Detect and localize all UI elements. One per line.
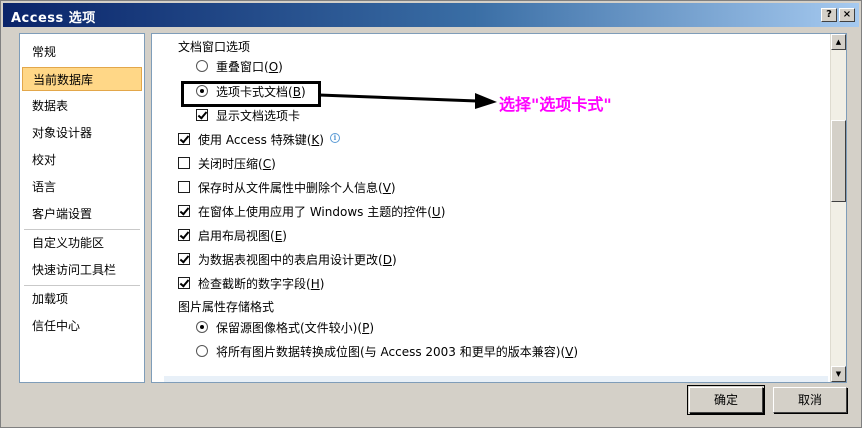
access-key: C (262, 157, 272, 171)
windows-themed-controls-label: 在窗体上使用应用了 Windows 主题的控件 (198, 205, 428, 219)
help-button[interactable]: ? (821, 8, 837, 22)
window-title: Access 选项 (11, 11, 96, 26)
sidebar-item-trust-center[interactable]: 信任中心 (22, 314, 142, 338)
sidebar-item-general[interactable]: 常规 (22, 40, 142, 64)
display-document-tabs-label: 显示文档选项卡 (216, 109, 301, 123)
checkbox-checked-icon[interactable] (178, 253, 190, 265)
access-key: E (274, 229, 283, 243)
access-options-dialog: Access 选项 ? × 常规 当前数据库 数据表 对象设计器 校对 语言 客… (0, 0, 862, 428)
title-bar[interactable]: Access 选项 ? × (3, 3, 859, 27)
sidebar-item-language[interactable]: 语言 (22, 175, 142, 199)
check-truncated-fields-label: 检查截断的数字字段 (198, 277, 307, 291)
checkbox-icon[interactable] (178, 181, 190, 193)
compact-on-close-label: 关闭时压缩 (198, 157, 259, 171)
sidebar-item-object-designers[interactable]: 对象设计器 (22, 121, 142, 145)
options-sidebar: 常规 当前数据库 数据表 对象设计器 校对 语言 客户端设置 自定义功能区 快速… (19, 33, 145, 383)
close-button[interactable]: × (839, 8, 855, 22)
info-icon[interactable]: i (330, 133, 340, 143)
sidebar-item-datasheet[interactable]: 数据表 (22, 94, 142, 118)
sidebar-item-add-ins[interactable]: 加载项 (22, 287, 142, 311)
radio-icon[interactable] (196, 345, 208, 357)
access-key: D (382, 253, 392, 267)
enable-design-changes-label: 为数据表视图中的表启用设计更改 (198, 253, 379, 267)
scroll-up-button[interactable]: ▲ (831, 34, 846, 50)
cancel-button[interactable]: 取消 (773, 387, 847, 413)
sidebar-divider (24, 229, 140, 230)
doc-window-options-heading: 文档窗口选项 (178, 40, 251, 54)
overlap-windows-label: 重叠窗口 (216, 60, 265, 74)
convert-to-bitmap-label: 将所有图片数据转换成位图(与 Access 2003 和更早的版本兼容) (216, 345, 561, 359)
ok-button[interactable]: 确定 (687, 385, 765, 415)
access-key: V (382, 181, 391, 195)
checkbox-checked-icon[interactable] (178, 205, 190, 217)
scroll-down-button[interactable]: ▼ (831, 366, 846, 382)
annotation-text: 选择"选项卡式" (499, 95, 612, 114)
sidebar-item-current-database[interactable]: 当前数据库 (22, 67, 142, 91)
access-key: O (268, 60, 279, 74)
radio-selected-icon[interactable] (196, 321, 208, 333)
sidebar-item-client-settings[interactable]: 客户端设置 (22, 202, 142, 226)
preserve-source-format-label: 保留源图像格式(文件较小) (216, 321, 358, 335)
remove-personal-info-label: 保存时从文件属性中删除个人信息 (198, 181, 379, 195)
access-key: K (311, 133, 320, 147)
access-key: H (310, 277, 320, 291)
checkbox-checked-icon[interactable] (178, 229, 190, 241)
sidebar-item-proofing[interactable]: 校对 (22, 148, 142, 172)
next-section-edge (164, 376, 828, 382)
annotation-highlight-box (181, 81, 321, 107)
access-key: U (431, 205, 441, 219)
checkbox-checked-icon[interactable] (196, 109, 208, 121)
checkbox-checked-icon[interactable] (178, 133, 190, 145)
vertical-scrollbar[interactable]: ▲ ▼ (830, 34, 846, 382)
checkbox-icon[interactable] (178, 157, 190, 169)
sidebar-divider (24, 285, 140, 286)
scrollbar-thumb[interactable] (831, 120, 846, 202)
annotation-arrow-icon (318, 93, 497, 109)
sidebar-item-quick-access-toolbar[interactable]: 快速访问工具栏 (22, 258, 142, 282)
checkbox-checked-icon[interactable] (178, 277, 190, 289)
access-key: V (565, 345, 574, 359)
radio-icon[interactable] (196, 60, 208, 72)
access-key: P (362, 321, 370, 335)
picture-storage-format-heading: 图片属性存储格式 (178, 300, 275, 314)
enable-layout-view-label: 启用布局视图 (198, 229, 271, 243)
sidebar-item-customize-ribbon[interactable]: 自定义功能区 (22, 231, 142, 255)
access-special-keys-label: 使用 Access 特殊键 (198, 133, 307, 147)
